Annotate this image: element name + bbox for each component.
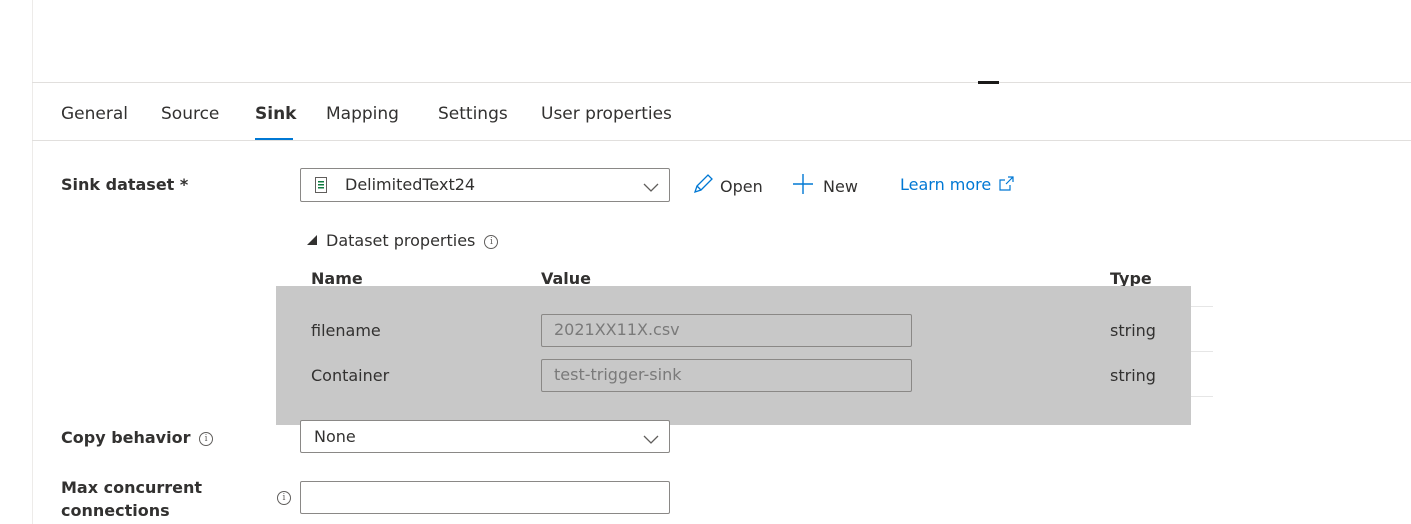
copy-behavior-label: Copy behavior (61, 428, 191, 447)
max-concurrent-input[interactable] (300, 481, 670, 514)
sink-dataset-label: Sink dataset * (61, 175, 189, 194)
row-divider (1191, 351, 1213, 352)
collapse-triangle-icon (307, 230, 318, 249)
chevron-down-icon (643, 430, 659, 444)
max-concurrent-label-line2: connections (61, 501, 170, 520)
tab-source[interactable]: Source (161, 104, 219, 124)
tab-user-properties[interactable]: User properties (541, 104, 672, 124)
left-border (32, 0, 33, 524)
copy-behavior-select[interactable]: None (300, 420, 670, 453)
chevron-down-icon (643, 178, 659, 192)
copy-behavior-value: None (314, 427, 356, 446)
property-name-filename: filename (311, 321, 381, 340)
top-divider (32, 82, 1411, 83)
learn-more-label: Learn more (900, 175, 992, 194)
pencil-icon (692, 173, 714, 199)
property-value-container: test-trigger-sink (554, 365, 682, 384)
resize-handle[interactable] (978, 81, 999, 84)
row-divider (1191, 306, 1213, 307)
property-value-container-input[interactable]: test-trigger-sink (541, 359, 912, 392)
property-type-filename: string (1110, 321, 1156, 340)
delimited-text-file-icon (315, 177, 327, 193)
sink-dataset-select[interactable]: DelimitedText24 (300, 168, 670, 202)
info-icon[interactable]: i (277, 491, 291, 505)
new-button-label: New (823, 177, 858, 196)
external-link-icon (999, 176, 1014, 195)
tab-sink[interactable]: Sink (255, 104, 296, 124)
max-concurrent-label-line1: Max concurrent (61, 478, 203, 497)
new-button[interactable]: New (792, 173, 858, 199)
copy-behavior-label-row: Copy behavior i (61, 428, 214, 447)
tab-general[interactable]: General (61, 104, 128, 124)
open-button-label: Open (720, 177, 763, 196)
property-type-container: string (1110, 366, 1156, 385)
dataset-properties-toggle[interactable]: Dataset properties i (307, 230, 499, 250)
tab-settings[interactable]: Settings (438, 104, 508, 124)
property-value-filename-input[interactable]: 2021XX11X.csv (541, 314, 912, 347)
plus-icon (792, 173, 814, 199)
disabled-overlay (276, 286, 1191, 425)
learn-more-link[interactable]: Learn more (900, 175, 1014, 195)
property-name-container: Container (311, 366, 390, 385)
info-icon[interactable]: i (199, 432, 214, 446)
property-value-filename: 2021XX11X.csv (554, 320, 680, 339)
row-divider (1191, 396, 1213, 397)
tab-mapping[interactable]: Mapping (326, 104, 399, 124)
dataset-properties-title: Dataset properties (326, 231, 476, 250)
open-button[interactable]: Open (692, 173, 763, 199)
tab-bar-divider (32, 140, 1411, 141)
info-icon[interactable]: i (484, 235, 499, 249)
sink-dataset-value: DelimitedText24 (345, 175, 476, 194)
